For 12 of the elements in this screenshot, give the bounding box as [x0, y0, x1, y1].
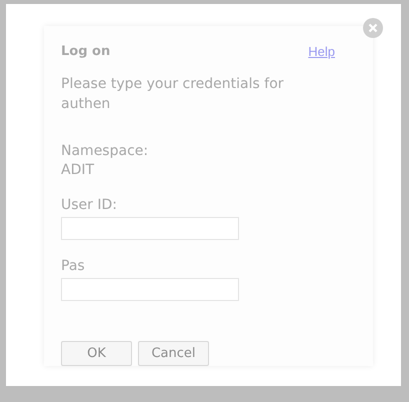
instruction-text: Please type your credentials for authen: [61, 75, 285, 114]
ok-button[interactable]: OK: [61, 341, 132, 366]
namespace-value: ADIT: [61, 161, 96, 180]
help-link[interactable]: Help: [308, 44, 335, 59]
field-label: Pas: [61, 257, 86, 276]
close-icon[interactable]: [363, 18, 383, 38]
namespace-label: Namespace:: [61, 142, 150, 161]
field-label: User ID:: [61, 196, 118, 215]
input-field[interactable]: [61, 278, 239, 301]
dialog-title: Log on: [61, 44, 110, 59]
input-field[interactable]: [61, 217, 239, 240]
cancel-button[interactable]: Cancel: [138, 341, 209, 366]
